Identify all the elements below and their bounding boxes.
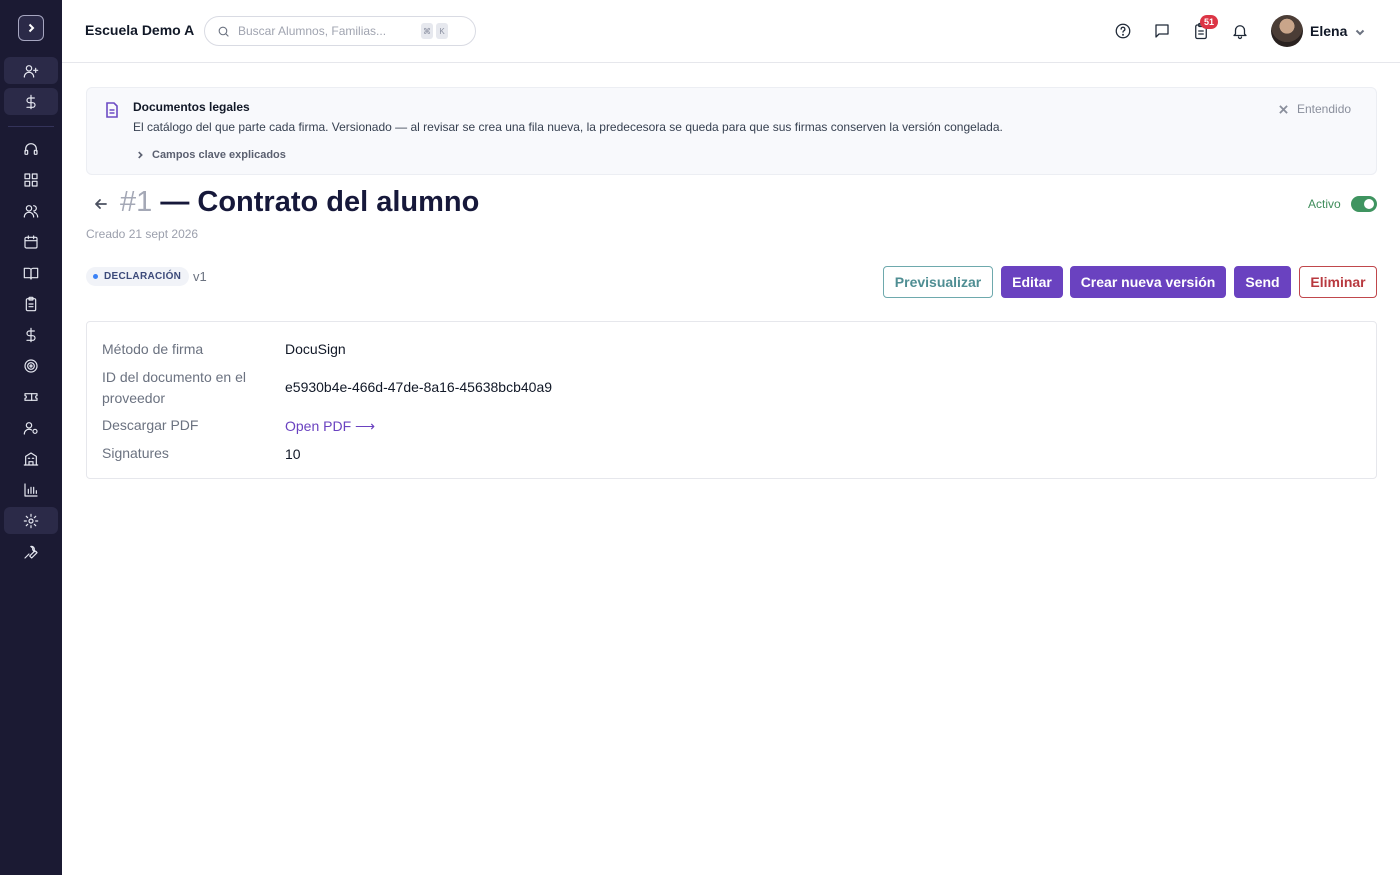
sidebar-item-reports[interactable]: [4, 476, 58, 503]
sidebar-item-goals[interactable]: [4, 352, 58, 379]
avatar[interactable]: [1271, 15, 1303, 47]
bell-icon: [1233, 25, 1247, 40]
users-icon: [23, 204, 39, 218]
sidebar-divider: [8, 126, 54, 127]
sidebar-item-billing[interactable]: [4, 321, 58, 348]
dismiss-banner-button[interactable]: Entendido: [1279, 102, 1351, 116]
close-icon: [1279, 104, 1288, 114]
send-button[interactable]: Send: [1234, 266, 1291, 298]
info-banner: Documentos legales El catálogo del que p…: [86, 87, 1377, 175]
notifications-button[interactable]: [1230, 21, 1250, 41]
signatures-label: Signatures: [102, 445, 169, 461]
active-toggle[interactable]: [1351, 196, 1377, 212]
document-number: #1: [120, 186, 153, 218]
calendar-icon: [24, 234, 38, 249]
new-version-button[interactable]: Crear nueva versión: [1070, 266, 1226, 298]
document-title: — Contrato del alumno: [160, 186, 480, 218]
edit-button[interactable]: Editar: [1001, 266, 1063, 298]
tag-dot: [93, 274, 98, 279]
status-label: Activo: [1308, 197, 1341, 211]
back-button[interactable]: [93, 196, 109, 212]
download-label: Descargar PDF: [102, 417, 199, 433]
sidebar-item-users[interactable]: [4, 197, 58, 224]
user-name[interactable]: Elena: [1310, 23, 1347, 39]
tasks-count-badge: 51: [1200, 15, 1218, 29]
clipboard-icon: [25, 296, 37, 311]
top-header: Escuela Demo A ⌘ K 51 Elena: [62, 0, 1400, 63]
sidebar: [0, 0, 62, 875]
created-date: Creado 21 sept 2026: [86, 227, 199, 241]
building-icon: [23, 451, 39, 466]
banner-description: El catálogo del que parte cada firma. Ve…: [133, 120, 1003, 134]
signature-method-label: Método de firma: [102, 341, 204, 357]
dismiss-label: Entendido: [1297, 102, 1352, 116]
signature-method-value: DocuSign: [285, 341, 346, 357]
version-label: v1: [193, 269, 207, 284]
sidebar-item-add-user[interactable]: [4, 57, 58, 84]
dashboard-icon: [24, 172, 38, 187]
key-fields-label: Campos clave explicados: [152, 149, 286, 161]
search-icon: [218, 26, 229, 37]
dollar-icon: [26, 327, 36, 342]
document-icon: [105, 102, 119, 118]
sidebar-item-support[interactable]: [4, 135, 58, 162]
search-box[interactable]: ⌘ K: [204, 16, 476, 46]
open-pdf-link[interactable]: Open PDF ⟶: [285, 418, 375, 434]
delete-button[interactable]: Eliminar: [1299, 266, 1377, 298]
shortcut-key-k: K: [436, 23, 448, 39]
preview-button[interactable]: Previsualizar: [883, 266, 993, 298]
search-input[interactable]: [238, 24, 418, 38]
chevron-right-icon: [138, 151, 143, 159]
banner-title: Documentos legales: [133, 100, 250, 114]
chevron-right-icon: [28, 23, 35, 33]
sidebar-item-buildings[interactable]: [4, 445, 58, 472]
sidebar-expand-button[interactable]: [18, 15, 44, 41]
tag-label: DECLARACIÓN: [104, 271, 182, 282]
messages-button[interactable]: [1152, 21, 1172, 41]
help-circle-icon: [1115, 23, 1131, 39]
key-fields-toggle[interactable]: Campos clave explicados: [135, 149, 286, 161]
sidebar-item-dollar[interactable]: [4, 88, 58, 115]
shortcut-key-cmd: ⌘: [421, 23, 433, 39]
signatures-value: 10: [285, 446, 301, 462]
gear-icon: [23, 513, 39, 528]
provider-id-value: e5930b4e-466d-47de-8a16-45638bcb40a9: [285, 379, 553, 395]
details-card: Método de firma DocuSign ID del document…: [86, 321, 1377, 479]
user-gear-icon: [23, 421, 38, 435]
sidebar-item-user-settings[interactable]: [4, 414, 58, 441]
page-title: #1 — Contrato del alumno: [120, 186, 479, 219]
user-plus-icon: [23, 64, 39, 78]
school-name: Escuela Demo A: [85, 22, 195, 38]
user-menu-toggle[interactable]: [1354, 25, 1366, 37]
provider-id-label: ID del documento en el proveedor: [102, 369, 246, 406]
target-icon: [24, 358, 38, 373]
sidebar-item-tickets[interactable]: [4, 383, 58, 410]
bar-chart-icon: [24, 482, 38, 497]
headset-icon: [24, 142, 38, 155]
sidebar-item-calendar[interactable]: [4, 228, 58, 255]
book-icon: [23, 267, 39, 280]
wrench-icon: [24, 545, 38, 559]
chevron-down-icon: [1355, 29, 1365, 36]
sidebar-item-tasks[interactable]: [4, 290, 58, 317]
ticket-icon: [24, 392, 38, 401]
sidebar-item-tools[interactable]: [4, 538, 58, 565]
document-type-tag: DECLARACIÓN: [86, 267, 190, 286]
message-icon: [1155, 24, 1169, 38]
arrow-left-icon: [95, 199, 107, 209]
sidebar-item-courses[interactable]: [4, 259, 58, 286]
dollar-icon: [26, 94, 36, 109]
sidebar-item-dashboard[interactable]: [4, 166, 58, 193]
help-button[interactable]: [1113, 21, 1133, 41]
sidebar-item-settings[interactable]: [4, 507, 58, 534]
